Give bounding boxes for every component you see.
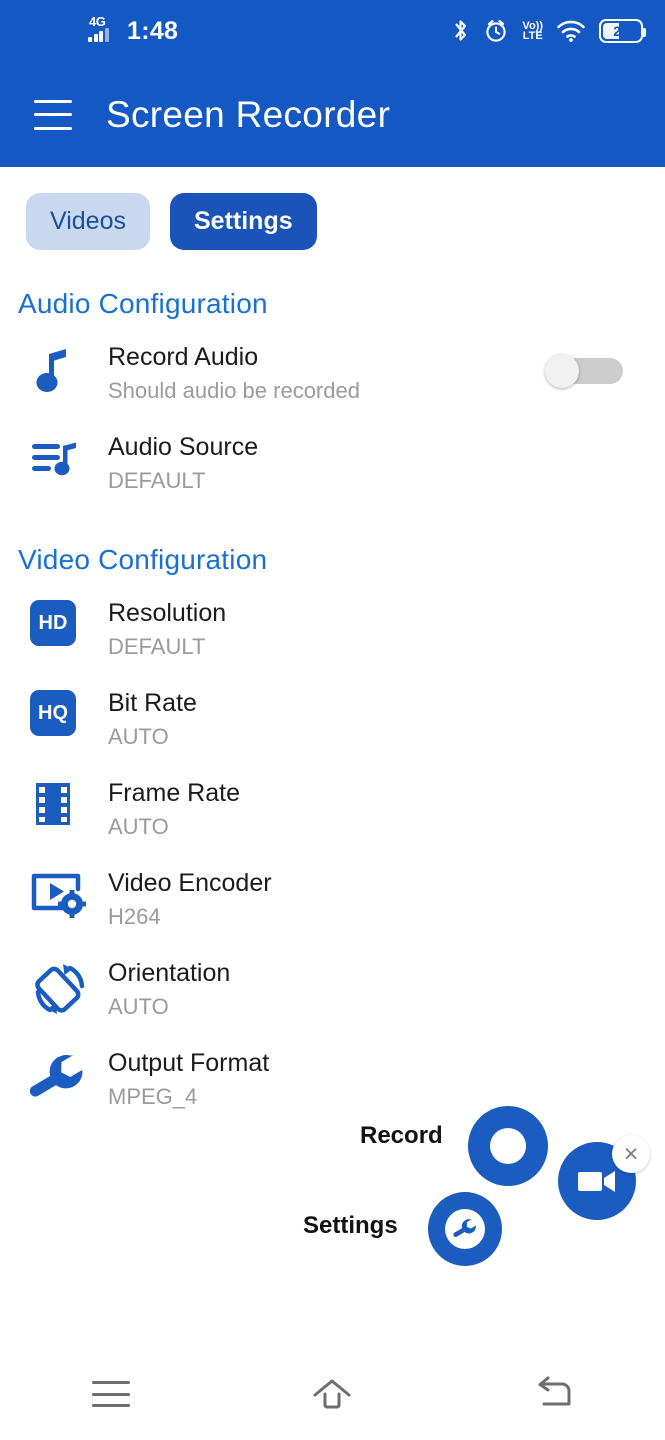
hd-badge-icon: HD (30, 596, 108, 646)
setting-subtitle: AUTO (108, 724, 169, 749)
recents-icon (91, 1381, 130, 1407)
tab-settings[interactable]: Settings (170, 193, 317, 250)
close-icon: × (623, 1139, 639, 1168)
video-settings-icon (30, 866, 108, 920)
hq-badge-label: HQ (30, 690, 76, 736)
status-bar-clock: 1:48 (127, 16, 179, 45)
setting-title: Bit Rate (108, 689, 197, 717)
hd-badge-label: HD (30, 600, 76, 646)
setting-title: Resolution (108, 599, 227, 627)
status-bar-right: Vo)) LTE 20 (452, 0, 646, 62)
android-nav-bar (0, 1348, 665, 1440)
record-circle-icon (490, 1128, 526, 1164)
setting-subtitle: MPEG_4 (108, 1084, 198, 1109)
tab-bar: Videos Settings (0, 167, 665, 250)
hq-badge-icon: HQ (30, 686, 108, 736)
section-title-audio: Audio Configuration (18, 288, 268, 319)
film-strip-icon (30, 776, 108, 828)
setting-title: Video Encoder (108, 869, 272, 897)
setting-title: Frame Rate (108, 779, 240, 807)
setting-row-record-audio[interactable]: Record Audio Should audio be recorded (0, 326, 665, 416)
setting-row-bit-rate[interactable]: HQ Bit Rate AUTO (0, 672, 665, 762)
setting-row-output-format[interactable]: Output Format MPEG_4 (0, 1032, 665, 1122)
setting-row-frame-rate[interactable]: Frame Rate AUTO (0, 762, 665, 852)
bluetooth-icon (455, 20, 467, 41)
hamburger-menu-icon[interactable] (34, 99, 72, 130)
setting-subtitle: Should audio be recorded (108, 378, 360, 403)
setting-text-record-audio: Record Audio Should audio be recorded (108, 340, 545, 406)
setting-text-orientation: Orientation AUTO (108, 956, 665, 1022)
battery-icon: 20 (599, 19, 646, 43)
network-type-label: 4G (89, 14, 106, 29)
section-title-video: Video Configuration (18, 544, 268, 575)
wrench-icon (30, 1046, 108, 1106)
setting-subtitle: DEFAULT (108, 634, 206, 659)
app-bar: 4G 1:48 Vo)) LTE 20 Screen Recorder (0, 0, 665, 167)
music-note-icon (30, 340, 108, 396)
nav-recents-button[interactable] (66, 1364, 156, 1424)
volte-icon: Vo)) LTE (522, 21, 543, 42)
screen-rotation-icon (30, 956, 108, 1018)
alarm-icon (486, 20, 507, 42)
app-screen: 4G 1:48 Vo)) LTE 20 Screen Recorder Vide… (0, 0, 665, 1440)
setting-title: Audio Source (108, 433, 259, 461)
status-bar-left: 4G 1:48 (88, 0, 178, 62)
content-area: Videos Settings Audio Configuration Reco… (0, 167, 665, 1440)
signal-bars-icon (88, 28, 109, 42)
close-fab-button[interactable]: × (612, 1135, 650, 1173)
queue-music-icon (30, 430, 108, 480)
setting-text-resolution: Resolution DEFAULT (108, 596, 665, 662)
settings-fab-disc (445, 1209, 485, 1249)
nav-back-button[interactable] (509, 1364, 599, 1424)
wifi-icon (557, 20, 585, 42)
settings-fab-button[interactable] (428, 1192, 502, 1266)
setting-row-orientation[interactable]: Orientation AUTO (0, 942, 665, 1032)
home-icon (313, 1379, 351, 1409)
signal-4g-icon: 4G (88, 14, 118, 46)
camcorder-icon (578, 1171, 615, 1192)
setting-text-output-format: Output Format MPEG_4 (108, 1046, 665, 1112)
setting-subtitle: AUTO (108, 994, 169, 1019)
wrench-icon (453, 1219, 476, 1237)
setting-subtitle: H264 (108, 904, 161, 929)
back-icon (538, 1376, 571, 1406)
app-bar-title-row: Screen Recorder (0, 62, 665, 167)
record-audio-toggle[interactable] (545, 354, 623, 388)
record-fab-button[interactable] (468, 1106, 548, 1186)
setting-subtitle: AUTO (108, 814, 169, 839)
nav-home-button[interactable] (287, 1364, 377, 1424)
setting-text-bit-rate: Bit Rate AUTO (108, 686, 665, 752)
battery-percent-label: 20 (613, 23, 629, 39)
setting-text-video-encoder: Video Encoder H264 (108, 866, 665, 932)
setting-subtitle: DEFAULT (108, 468, 206, 493)
setting-title: Record Audio (108, 343, 259, 371)
volte-bottom-label: LTE (522, 30, 543, 42)
setting-text-frame-rate: Frame Rate AUTO (108, 776, 665, 842)
tab-videos[interactable]: Videos (26, 193, 150, 250)
page-title: Screen Recorder (106, 93, 391, 135)
setting-title: Orientation (108, 959, 231, 987)
toggle-thumb (545, 354, 579, 388)
setting-row-audio-source[interactable]: Audio Source DEFAULT (0, 416, 665, 506)
setting-row-resolution[interactable]: HD Resolution DEFAULT (0, 582, 665, 672)
setting-text-audio-source: Audio Source DEFAULT (108, 430, 665, 496)
setting-title: Output Format (108, 1049, 270, 1077)
setting-row-video-encoder[interactable]: Video Encoder H264 (0, 852, 665, 942)
status-bar: 4G 1:48 Vo)) LTE 20 (0, 0, 665, 62)
